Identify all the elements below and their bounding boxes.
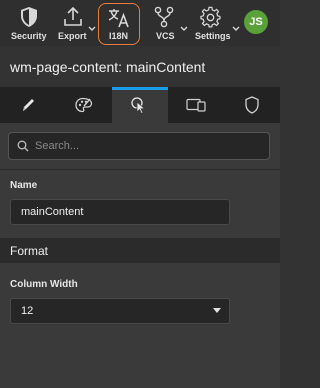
translate-icon	[108, 9, 129, 28]
properties-tabs	[0, 87, 280, 123]
branch-icon	[154, 6, 174, 28]
tab-security[interactable]	[224, 87, 280, 123]
search-icon	[17, 140, 29, 152]
name-field[interactable]: mainContent	[10, 199, 230, 225]
vcs-label: VCS	[156, 31, 175, 41]
export-chevron-down-icon	[88, 26, 96, 31]
security-label: Security	[11, 31, 47, 41]
tab-properties[interactable]	[112, 87, 168, 123]
column-width-select[interactable]: 12	[10, 298, 230, 324]
search-placeholder: Search...	[35, 140, 80, 152]
settings-button[interactable]: Settings	[192, 0, 242, 46]
column-width-label: Column Width	[10, 279, 78, 290]
search-input[interactable]: Search...	[8, 132, 270, 160]
i18n-button[interactable]: I18N	[98, 0, 140, 46]
devices-icon	[186, 98, 206, 112]
column-width-value: 12	[21, 305, 34, 317]
pencil-icon	[23, 99, 34, 111]
top-toolbar: Security Export I18N VCS Settings JS	[0, 0, 280, 46]
divider	[0, 169, 280, 170]
palette-icon	[75, 97, 93, 113]
security-button[interactable]: Security	[0, 0, 58, 46]
panel-title: wm-page-content: mainContent	[0, 46, 280, 87]
caret-down-icon	[213, 308, 221, 313]
export-label: Export	[58, 31, 87, 41]
properties-panel: Search... Name mainContent Format Column…	[0, 123, 280, 388]
settings-chevron-down-icon	[232, 26, 240, 31]
export-icon	[64, 6, 82, 26]
name-label: Name	[10, 180, 38, 191]
vcs-button[interactable]: VCS	[152, 0, 192, 46]
format-section-heading: Format	[0, 238, 280, 263]
i18n-label: I18N	[109, 31, 129, 41]
export-button[interactable]: Export	[58, 0, 98, 46]
cursor-select-icon	[131, 97, 146, 114]
tab-style[interactable]	[56, 87, 112, 123]
shield-icon	[21, 7, 37, 27]
tab-edit[interactable]	[0, 87, 56, 123]
vcs-chevron-down-icon	[180, 26, 188, 31]
settings-label: Settings	[195, 31, 231, 41]
tab-devices[interactable]	[168, 87, 224, 123]
user-avatar[interactable]: JS	[244, 10, 268, 34]
gear-icon	[200, 6, 221, 28]
shield-outline-icon	[245, 96, 259, 114]
